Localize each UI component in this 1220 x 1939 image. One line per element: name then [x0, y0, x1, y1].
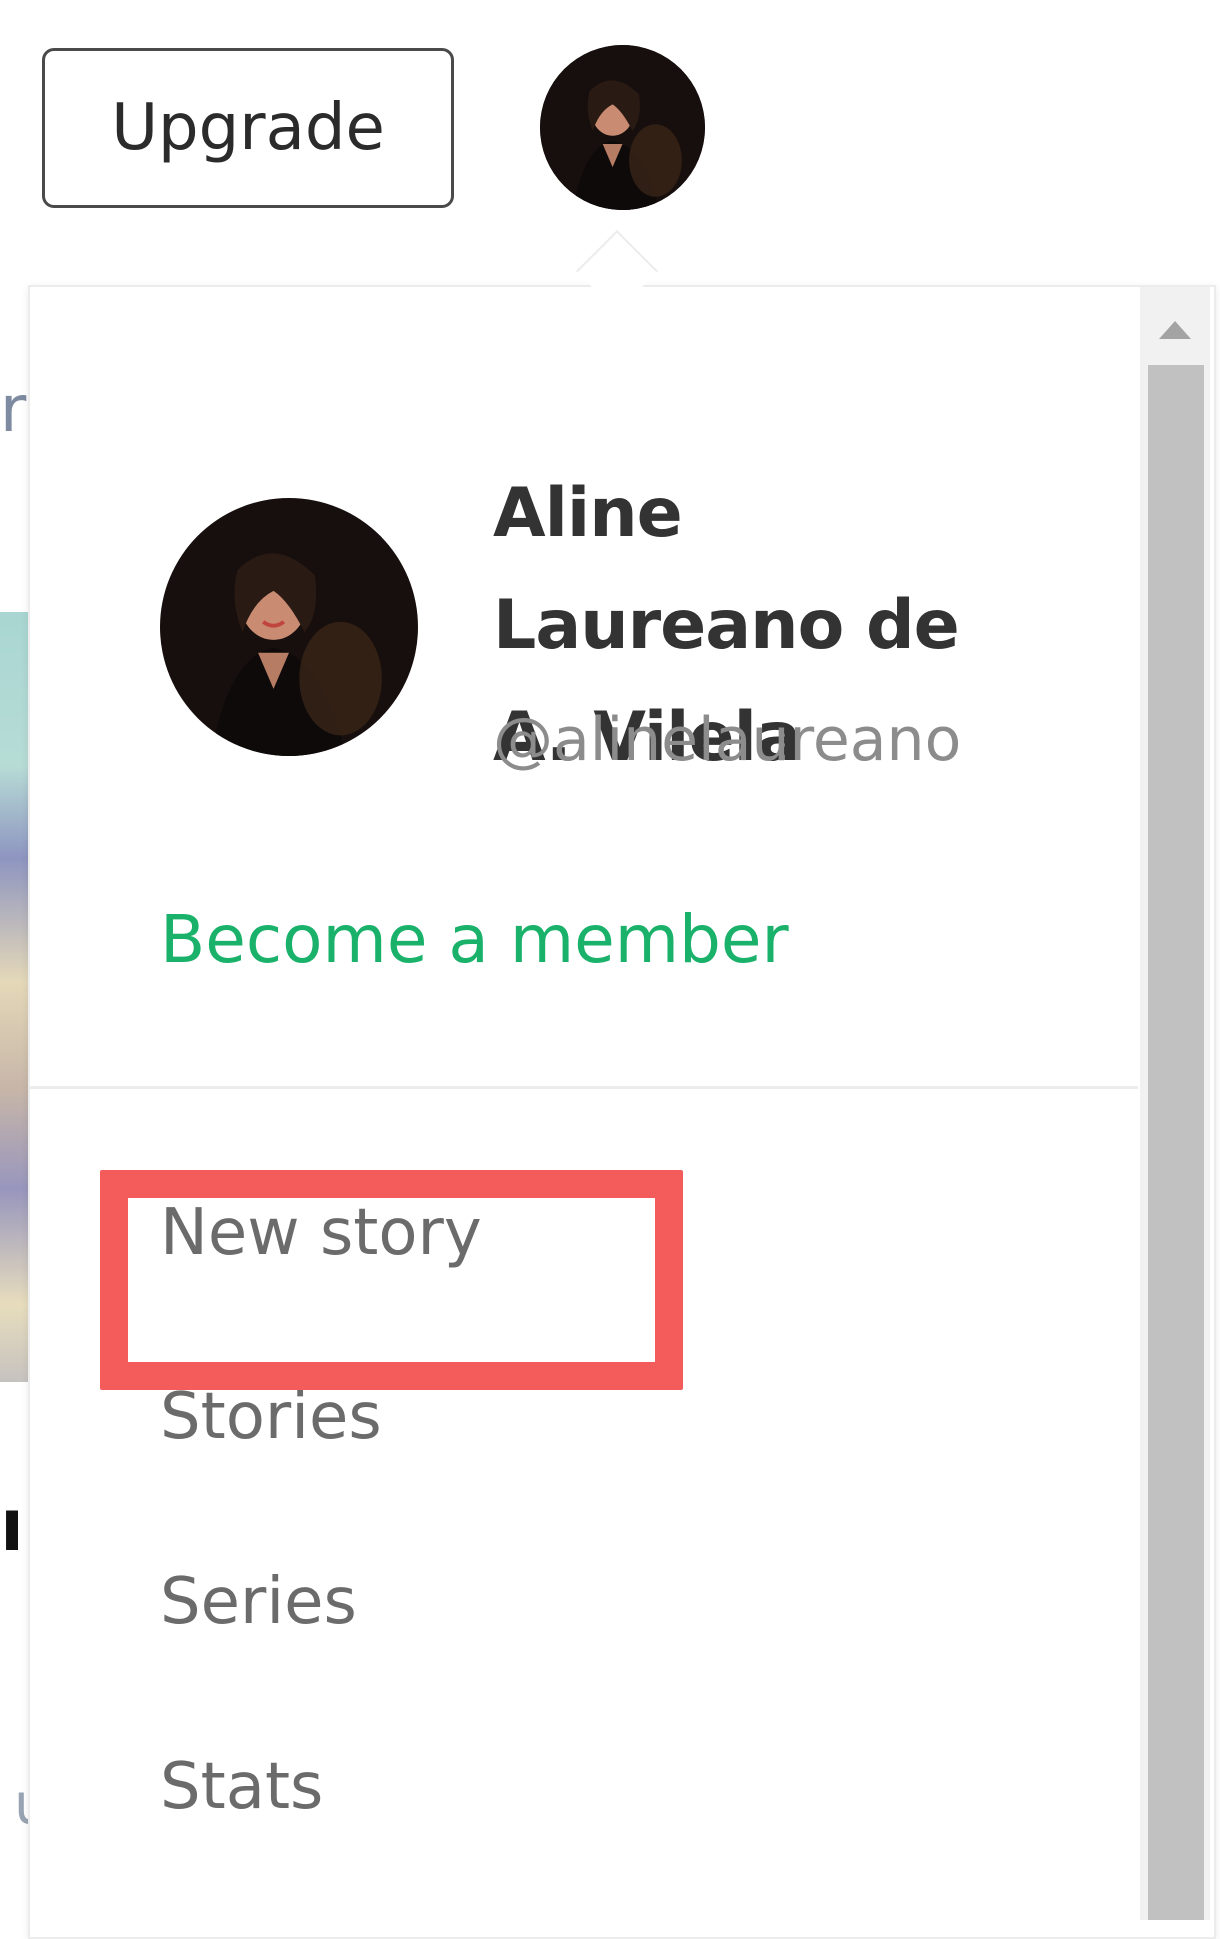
profile-avatar-large[interactable] — [160, 498, 418, 756]
menu-item-new-story[interactable]: New story — [160, 1188, 482, 1278]
menu-item-stories[interactable]: Stories — [160, 1372, 382, 1462]
menu-item-stats[interactable]: Stats — [160, 1742, 323, 1832]
background-text-fragment: rs — [0, 373, 28, 447]
avatar[interactable] — [540, 45, 705, 210]
menu-divider — [30, 1086, 1138, 1089]
menu-item-series[interactable]: Series — [160, 1557, 357, 1647]
background-headline-fragment: n — [0, 1480, 18, 1570]
triangle-up-icon — [1159, 321, 1191, 339]
scrollbar-thumb[interactable] — [1148, 365, 1204, 1920]
scroll-up-button[interactable] — [1140, 300, 1210, 360]
upgrade-button[interactable]: Upgrade — [42, 48, 454, 208]
profile-photo — [540, 45, 705, 210]
background-text-fragment: u — [14, 1775, 28, 1835]
profile-photo — [160, 498, 418, 756]
profile-handle: @alinelaureano — [493, 705, 962, 775]
background-article-image — [0, 612, 30, 1382]
become-member-link[interactable]: Become a member — [160, 895, 789, 985]
